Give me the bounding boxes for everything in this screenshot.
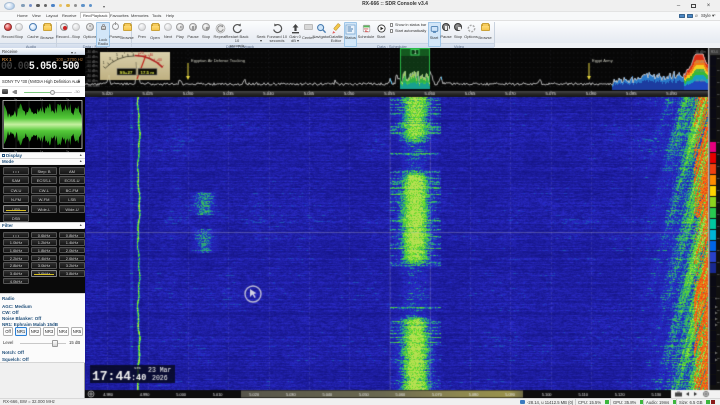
svg-text:0s: 0s bbox=[14, 97, 18, 101]
svg-text:1s: 1s bbox=[40, 97, 44, 101]
svg-text:2s: 2s bbox=[66, 97, 70, 101]
